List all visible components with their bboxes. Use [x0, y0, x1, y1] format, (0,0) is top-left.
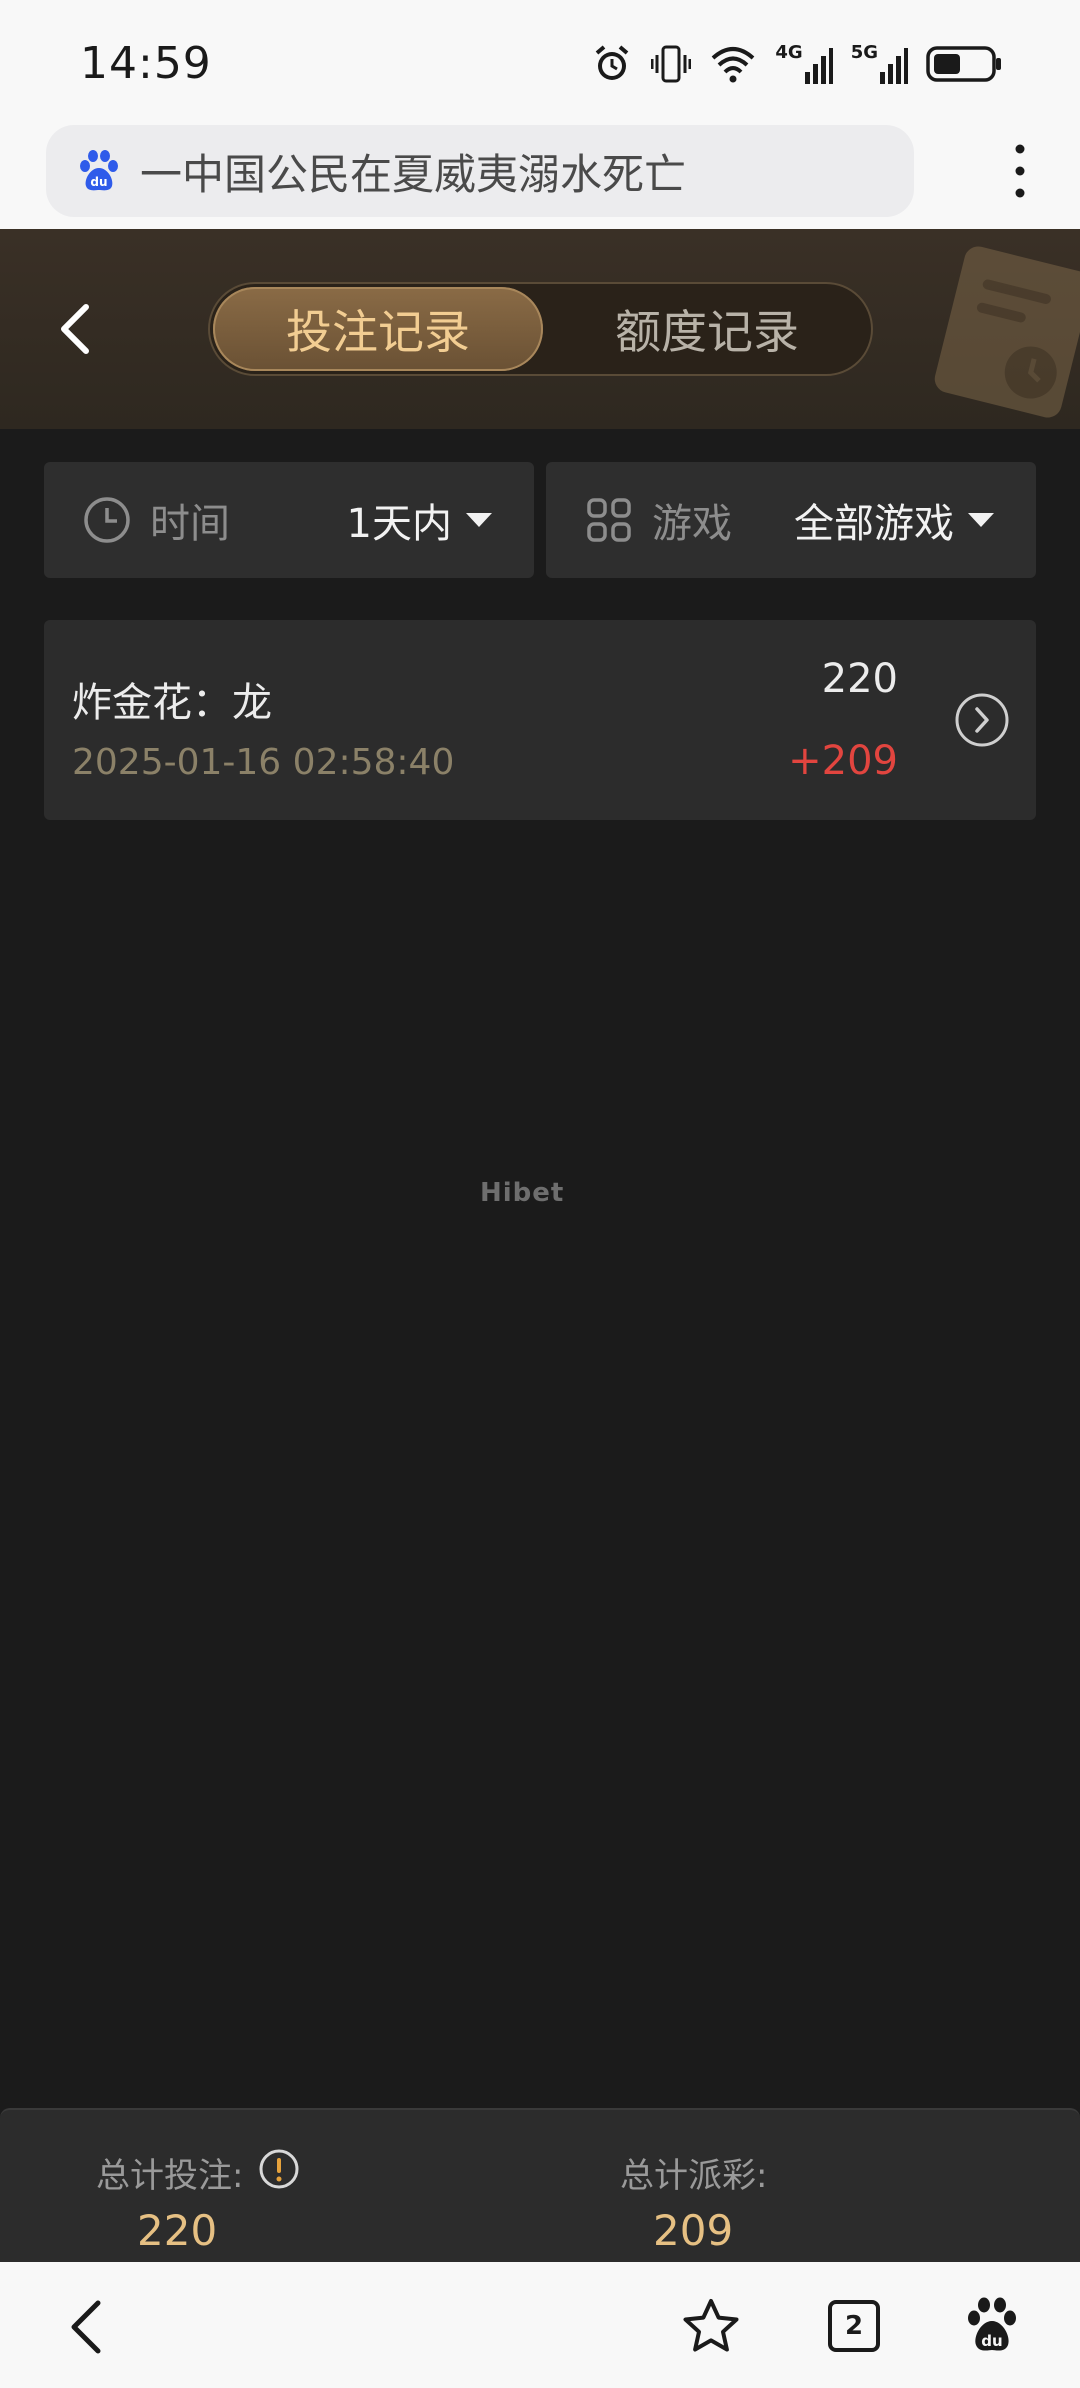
svg-text:du: du — [90, 175, 107, 189]
game-filter[interactable]: 游戏 全部游戏 — [546, 462, 1036, 578]
caret-down-icon — [968, 513, 994, 527]
browser-bar: du 一中国公民在夏威夷溺水死亡 — [0, 125, 1080, 229]
record-bet-amount: 220 — [821, 656, 898, 702]
baidu-home-icon[interactable]: du — [964, 2296, 1020, 2356]
record-game-title: 炸金花：龙 — [72, 680, 272, 726]
clipboard-decoration-icon — [934, 246, 1080, 418]
game-filter-dropdown[interactable]: 全部游戏 — [794, 462, 994, 578]
back-icon[interactable] — [66, 2297, 106, 2357]
alarm-icon — [596, 45, 629, 80]
caret-down-icon — [466, 513, 492, 527]
record-payout: +209 — [788, 738, 898, 784]
network-5g-label: 5G — [850, 42, 878, 63]
chevron-right-circle-icon[interactable] — [954, 692, 1010, 748]
browser-bottom-nav: 2 du — [0, 2262, 1080, 2388]
page-header: 投注记录 额度记录 — [0, 229, 1080, 429]
watermark: Hibet — [480, 1178, 565, 1208]
status-icons: 4G 5G — [591, 40, 1002, 88]
bookmark-star-icon[interactable] — [680, 2296, 742, 2358]
summary-panel: 总计投注: 220 总计派彩: 209 — [0, 2108, 1080, 2262]
more-menu-icon[interactable] — [1010, 141, 1030, 201]
time-filter-value: 1天内 — [346, 501, 452, 547]
status-bar: 14:59 4G 5G — [0, 0, 1080, 125]
tab-quota-records[interactable]: 额度记录 — [543, 287, 871, 371]
game-filter-label: 游戏 — [652, 501, 732, 547]
record-datetime: 2025-01-16 02:58:40 — [72, 742, 455, 783]
grid-icon — [587, 498, 631, 542]
address-bar[interactable]: du 一中国公民在夏威夷溺水死亡 — [46, 125, 914, 217]
record-tabs: 投注记录 额度记录 — [208, 282, 873, 376]
clock-icon — [84, 497, 130, 543]
game-filter-value: 全部游戏 — [794, 501, 954, 547]
signal-5g-icon: 5G — [851, 44, 908, 84]
url-text: 一中国公民在夏威夷溺水死亡 — [140, 149, 687, 199]
baidu-logo-icon: du — [80, 150, 118, 191]
back-arrow-icon[interactable] — [50, 299, 100, 359]
wifi-icon — [712, 47, 755, 83]
battery-icon — [926, 46, 1001, 82]
info-icon[interactable] — [258, 2148, 300, 2190]
total-payout-value: 209 — [653, 2206, 734, 2255]
time-filter-dropdown[interactable]: 1天内 — [347, 462, 492, 578]
time-filter[interactable]: 时间 1天内 — [44, 462, 534, 578]
total-bet-label: 总计投注: — [96, 2156, 244, 2196]
vibrate-icon — [651, 45, 692, 83]
bet-record-row[interactable]: 炸金花：龙 2025-01-16 02:58:40 220 +209 — [44, 620, 1036, 820]
total-payout-label: 总计派彩: — [620, 2156, 768, 2196]
svg-text:du: du — [981, 2332, 1002, 2350]
time-filter-label: 时间 — [150, 501, 230, 547]
total-bet-value: 220 — [137, 2206, 218, 2255]
network-4g-label: 4G — [775, 42, 803, 63]
tabs-count-button[interactable]: 2 — [828, 2300, 880, 2352]
status-time: 14:59 — [80, 38, 212, 89]
signal-4g-icon: 4G — [775, 42, 833, 84]
tab-bet-records[interactable]: 投注记录 — [213, 287, 543, 371]
